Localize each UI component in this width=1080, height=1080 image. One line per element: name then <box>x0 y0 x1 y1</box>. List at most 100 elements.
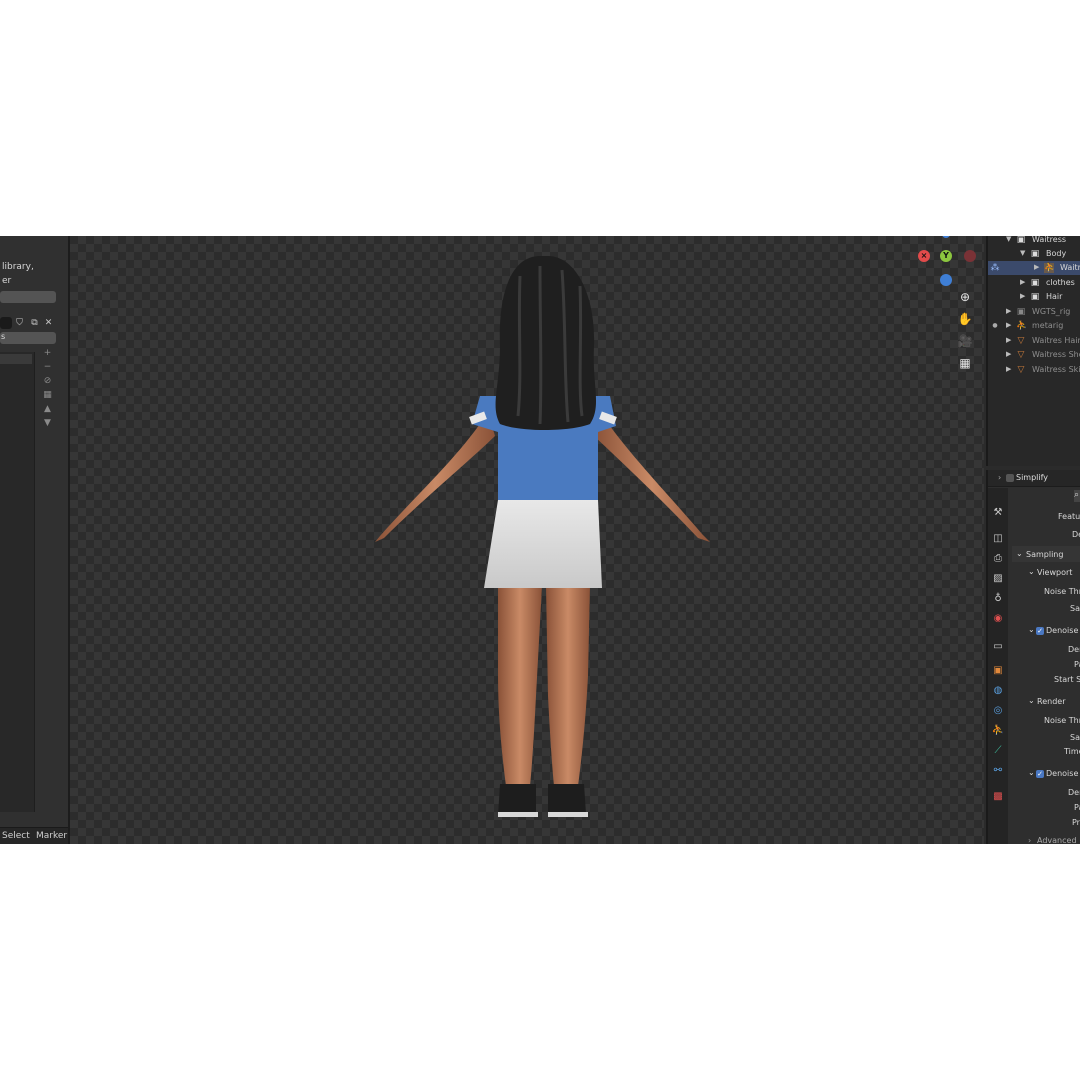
collection-icon: ▣ <box>1030 292 1040 302</box>
expand-icon[interactable]: ▶ <box>1006 336 1011 344</box>
denoise-render-toggle[interactable]: ✓ Denoise <box>1036 769 1078 778</box>
y-axis-label: Y <box>943 251 949 260</box>
prefilter-label: Pre <box>1072 818 1080 827</box>
samples-label: Sar <box>1070 733 1080 742</box>
bone-tab-icon[interactable]: ⟋ <box>991 744 1005 758</box>
chevron-down-icon[interactable]: ⌄ <box>1028 696 1035 705</box>
render-tab-icon[interactable]: ◫ <box>991 532 1005 546</box>
move-up-icon[interactable]: ▲ <box>42 404 53 415</box>
collection-icon: ▣ <box>1030 278 1040 288</box>
move-down-icon[interactable]: ▼ <box>42 418 53 429</box>
object-tab-icon[interactable]: ▣ <box>991 664 1005 678</box>
outliner-row-body[interactable]: ▼ ▣ Body <box>988 247 1080 261</box>
color-swatch[interactable] <box>0 317 12 329</box>
scene-tab-icon[interactable]: ♁ <box>991 592 1005 606</box>
chevron-down-icon[interactable]: ⌄ <box>1028 567 1035 576</box>
viewport-section-label[interactable]: Viewport <box>1037 568 1072 577</box>
z-axis-icon[interactable] <box>940 274 952 286</box>
eyedropper-icon[interactable]: ⊘ <box>42 376 53 387</box>
outliner-row-waitress[interactable]: ▼ ▣ Waitress <box>988 236 1080 247</box>
left-name-field[interactable] <box>0 291 56 303</box>
expand-icon[interactable]: ▶ <box>1006 321 1011 329</box>
chevron-down-icon[interactable]: ⌄ <box>1028 768 1035 777</box>
select-menu[interactable]: Select <box>2 831 30 841</box>
collection-tab-icon[interactable]: ▭ <box>991 640 1005 654</box>
start-sample-label: Start Sa <box>1054 675 1080 684</box>
left-list[interactable] <box>0 352 35 812</box>
left-text-line2: er <box>2 276 12 286</box>
passes-label: Pa <box>1074 803 1080 812</box>
armature-data-tab-icon[interactable]: ⛹ <box>991 724 1005 738</box>
simplify-checkbox[interactable] <box>1006 474 1014 482</box>
hand-icon[interactable]: ✋ <box>956 310 974 328</box>
device-label: De <box>1072 530 1080 539</box>
armature-icon: ⛹ <box>1016 321 1028 331</box>
expand-icon[interactable]: ▶ <box>1006 350 1011 358</box>
view-layer-tab-icon[interactable]: ▨ <box>991 572 1005 586</box>
remove-icon[interactable]: − <box>42 362 53 373</box>
texture-tab-icon[interactable]: ▩ <box>991 790 1005 804</box>
y-axis-icon[interactable]: Y <box>940 250 952 262</box>
copy-icon[interactable]: ⧉ <box>29 318 40 329</box>
outliner-row-waitress-shoe[interactable]: ▶ ▽ Waitress Shoe <box>988 348 1080 362</box>
chevron-right-icon[interactable]: › <box>998 473 1001 482</box>
bookmark-icon[interactable]: ▦ <box>42 390 53 401</box>
expand-icon[interactable]: ▶ <box>1020 278 1025 286</box>
neg-x-axis-icon[interactable] <box>964 250 976 262</box>
expand-icon[interactable]: ▶ <box>1006 365 1011 373</box>
outliner-row-clothes[interactable]: ▶ ▣ clothes <box>988 276 1080 290</box>
add-icon[interactable]: + <box>42 348 53 359</box>
output-tab-icon[interactable]: ⎙ <box>991 552 1005 566</box>
outliner-row-metarig[interactable]: ● ▶ ⛹ metarig <box>988 319 1080 333</box>
render-section-label[interactable]: Render <box>1037 697 1065 706</box>
collection-icon: ▣ <box>1030 249 1040 259</box>
physics-tab-icon[interactable]: ◎ <box>991 704 1005 718</box>
denoiser-label: Den <box>1068 645 1080 654</box>
world-tab-icon[interactable]: ◉ <box>991 612 1005 626</box>
checkbox-icon[interactable]: ✓ <box>1036 769 1044 778</box>
advanced-label[interactable]: Advanced <box>1037 836 1077 844</box>
checkbox-icon[interactable]: ✓ <box>1036 626 1044 635</box>
pose-icon: ⁂ <box>990 263 1000 273</box>
3d-viewport[interactable]: × Y ⊕ ✋ 🎥 ▦ <box>70 236 984 844</box>
noise-threshold-label: Noise Thre <box>1044 587 1080 596</box>
expand-icon[interactable]: ▶ <box>1020 292 1025 300</box>
chevron-down-icon[interactable]: ⌄ <box>1028 625 1035 634</box>
shield-icon[interactable]: ⛉ <box>14 318 25 329</box>
zoom-icon[interactable]: ⊕ <box>956 288 974 306</box>
denoise-toggle[interactable]: ✓ Denoise <box>1036 626 1078 635</box>
outliner-row-hair[interactable]: ▶ ▣ Hair <box>988 290 1080 304</box>
expand-icon[interactable]: ▼ <box>1020 249 1025 257</box>
simplify-label: Simplify <box>1016 473 1049 482</box>
outliner-label: Waitres Hair <box>1032 336 1080 345</box>
outliner-label: Waitress <box>1032 236 1067 244</box>
samples-label: Sa <box>1070 604 1080 613</box>
expand-icon[interactable]: ▶ <box>1006 307 1011 315</box>
outliner-row-waitres-hair[interactable]: ▶ ▽ Waitres Hair <box>988 334 1080 348</box>
camera-icon[interactable]: 🎥 <box>956 332 974 350</box>
search-icon[interactable]: ⌕ <box>1074 490 1080 502</box>
expand-icon[interactable]: ▶ <box>1034 263 1039 271</box>
simplify-panel-header[interactable]: › Simplify <box>988 470 1080 487</box>
constraint-tab-icon[interactable]: ⚯ <box>991 764 1005 778</box>
list-item[interactable] <box>0 354 32 364</box>
chevron-right-icon[interactable]: › <box>1028 836 1031 844</box>
left-list-header-label: s <box>1 332 6 341</box>
close-icon[interactable]: ✕ <box>43 318 54 329</box>
mesh-icon: ▽ <box>1017 336 1025 346</box>
sampling-panel-header[interactable]: ⌄ Sampling <box>1012 546 1080 562</box>
denoise-label: Denoise <box>1046 626 1079 635</box>
tool-tab-icon[interactable]: ⚒ <box>991 506 1005 520</box>
properties-tabs: ⚒ ◫ ⎙ ▨ ♁ ◉ ▭ ▣ ◍ ◎ ⛹ ⟋ ⚯ ▩ <box>988 488 1008 844</box>
armature-icon: ⛹ <box>1044 263 1056 273</box>
modifier-tab-icon[interactable]: ◍ <box>991 684 1005 698</box>
expand-icon[interactable]: ▼ <box>1006 236 1011 243</box>
grid-icon[interactable]: ▦ <box>956 354 974 372</box>
outliner-row-waitress-skin[interactable]: ▶ ▽ Waitress Skin <box>988 363 1080 377</box>
blender-window: library, er ⛉ ⧉ ✕ s + − ⊘ ▦ ▲ ▼ Select M… <box>0 236 1080 844</box>
outliner-row-wgts-rig[interactable]: ▶ ▣ WGTS_rig <box>988 305 1080 319</box>
marker-menu[interactable]: Marker <box>36 831 67 841</box>
chevron-down-icon[interactable]: ⌄ <box>1016 549 1023 558</box>
x-axis-icon[interactable]: × <box>918 250 930 262</box>
outliner-row-waitress-rig[interactable]: ⁂ ▶ ⛹ Waitr <box>988 261 1080 275</box>
